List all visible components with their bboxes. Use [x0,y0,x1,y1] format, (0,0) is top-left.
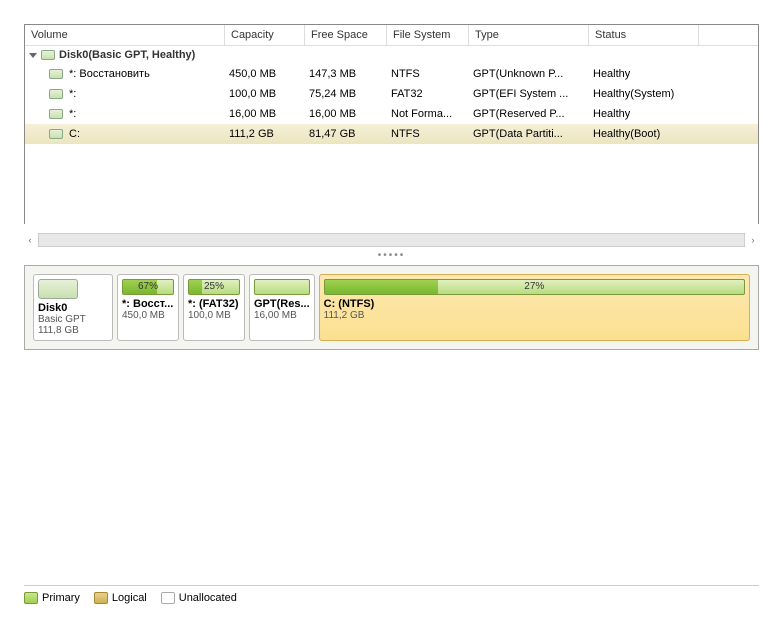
col-free[interactable]: Free Space [305,25,387,45]
partition-table: Volume Capacity Free Space File System T… [24,24,759,224]
col-status[interactable]: Status [589,25,699,45]
col-type[interactable]: Type [469,25,589,45]
pane-splitter[interactable]: ••••• [0,250,783,261]
disk-icon [41,50,55,60]
legend-logical: Logical [94,592,147,604]
partition-card[interactable]: GPT(Res... 16,00 MB [249,274,315,341]
scroll-track[interactable] [38,233,745,247]
type-value: GPT(Unknown P... [469,66,589,82]
swatch-icon [161,592,175,604]
type-value: GPT(Data Partiti... [469,126,589,142]
partition-label: GPT(Res... [254,298,310,310]
capacity-value: 100,0 MB [225,86,305,102]
partition-icon [49,89,63,99]
col-volume[interactable]: Volume [25,25,225,45]
status-value: Healthy(Boot) [589,126,699,142]
legend-unallocated: Unallocated [161,592,237,604]
free-value: 147,3 MB [305,66,387,82]
partition-label: *: (FAT32) [188,298,240,310]
partition-icon [49,109,63,119]
volume-name: *: Восстановить [69,68,150,80]
disk-map: Disk0 Basic GPT 111,8 GB 67% *: Восст...… [24,265,759,350]
status-value: Healthy [589,106,699,122]
usage-bar [254,279,310,295]
disk-header-row[interactable]: Disk0(Basic GPT, Healthy) [25,46,758,64]
disk-size: 111,8 GB [38,325,108,336]
capacity-value: 111,2 GB [225,126,305,142]
free-value: 16,00 MB [305,106,387,122]
usage-bar: 25% [188,279,240,295]
partition-label: C: (NTFS) [324,298,745,310]
table-row[interactable]: *: Восстановить 450,0 MB 147,3 MB NTFS G… [25,64,758,84]
status-value: Healthy(System) [589,86,699,102]
fs-value: Not Forma... [387,106,469,122]
legend: Primary Logical Unallocated [24,585,759,604]
table-header: Volume Capacity Free Space File System T… [25,25,758,46]
status-value: Healthy [589,66,699,82]
volume-name: *: [69,108,76,120]
type-value: GPT(EFI System ... [469,86,589,102]
partition-card[interactable]: 27% C: (NTFS) 111,2 GB [319,274,750,341]
partition-icon [49,69,63,79]
partition-label: *: Восст... [122,298,174,310]
partition-icon [49,129,63,139]
fs-value: NTFS [387,66,469,82]
type-value: GPT(Reserved P... [469,106,589,122]
capacity-value: 16,00 MB [225,106,305,122]
usage-pct: 25% [189,280,239,294]
usage-bar: 27% [324,279,745,295]
disk-icon [38,279,78,299]
disk-title: Disk0(Basic GPT, Healthy) [59,49,195,61]
free-value: 75,24 MB [305,86,387,102]
col-capacity[interactable]: Capacity [225,25,305,45]
swatch-icon [24,592,38,604]
usage-bar: 67% [122,279,174,295]
table-row[interactable]: *: 16,00 MB 16,00 MB Not Forma... GPT(Re… [25,104,758,124]
free-value: 81,47 GB [305,126,387,142]
table-row[interactable]: *: 100,0 MB 75,24 MB FAT32 GPT(EFI Syste… [25,84,758,104]
partition-size: 16,00 MB [254,310,310,321]
usage-pct: 67% [123,280,173,294]
volume-name: C: [69,128,80,140]
col-filesystem[interactable]: File System [387,25,469,45]
usage-pct: 27% [325,280,744,294]
partition-card[interactable]: 67% *: Восст... 450,0 MB [117,274,179,341]
fs-value: FAT32 [387,86,469,102]
table-row[interactable]: C: 111,2 GB 81,47 GB NTFS GPT(Data Parti… [25,124,758,144]
disk-name: Disk0 [38,302,108,314]
disk-scheme: Basic GPT [38,314,108,325]
capacity-value: 450,0 MB [225,66,305,82]
swatch-icon [94,592,108,604]
volume-name: *: [69,88,76,100]
horizontal-scrollbar[interactable]: ‹ › [24,232,759,248]
partition-size: 450,0 MB [122,310,174,321]
fs-value: NTFS [387,126,469,142]
scroll-left-icon[interactable]: ‹ [24,233,36,247]
partition-size: 100,0 MB [188,310,240,321]
partition-card[interactable]: 25% *: (FAT32) 100,0 MB [183,274,245,341]
partition-size: 111,2 GB [324,310,745,321]
legend-primary: Primary [24,592,80,604]
expand-icon[interactable] [29,53,37,58]
scroll-right-icon[interactable]: › [747,233,759,247]
disk-card[interactable]: Disk0 Basic GPT 111,8 GB [33,274,113,341]
